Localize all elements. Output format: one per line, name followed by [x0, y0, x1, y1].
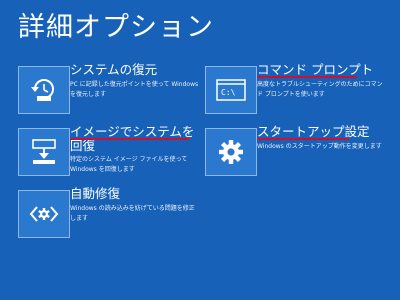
automatic-repair-icon	[29, 206, 59, 222]
advanced-options-screen: 詳細オプション システムの復元 PC に記録した復元ポイントを使って Windo…	[0, 0, 400, 300]
system-restore-icon	[31, 79, 54, 101]
command-prompt-tile: C:\	[205, 66, 257, 114]
option-title: コマンド プロンプト	[257, 62, 374, 77]
gear-icon	[219, 140, 243, 164]
option-system-image-recovery[interactable]: イメージでシステムを回復 特定のシステム イメージ ファイルを使って Windo…	[18, 125, 198, 176]
option-description: Windows の読み込みを妨げている問題を修正します	[70, 205, 195, 222]
option-startup-settings[interactable]: スタートアップ設定 Windows のスタートアップ動作を変更します	[205, 124, 385, 176]
startup-settings-tile	[205, 128, 257, 176]
option-automatic-repair[interactable]: 自動修復 Windows の読み込みを妨げている問題を修正します	[18, 186, 198, 238]
page-title: 詳細オプション	[18, 12, 214, 43]
system-restore-tile	[18, 66, 70, 114]
option-command-prompt[interactable]: C:\ コマンド プロンプト 高度なトラブルシューティングのためにコマンド プロ…	[205, 62, 385, 114]
system-image-recovery-icon	[32, 139, 56, 164]
option-description: Windows のスタートアップ動作を変更します	[257, 143, 382, 150]
annotation-underline	[257, 76, 357, 78]
option-title: システムの復元	[70, 62, 158, 77]
annotation-underline	[70, 138, 190, 140]
option-title: スタートアップ設定	[257, 124, 370, 139]
system-image-recovery-tile	[18, 128, 70, 176]
command-prompt-icon: C:\	[216, 79, 246, 101]
command-prompt-text: C:\	[221, 88, 236, 97]
option-description: 特定のシステム イメージ ファイルを使って Windows を回復します	[70, 156, 188, 173]
option-description: PC に記録した復元ポイントを使って Windows を復元します	[70, 81, 199, 98]
option-description: 高度なトラブルシューティングのためにコマンド プロンプトを使います	[257, 81, 383, 98]
option-title: 自動修復	[70, 186, 121, 201]
option-system-restore[interactable]: システムの復元 PC に記録した復元ポイントを使って Windows を復元しま…	[18, 62, 199, 114]
annotation-underline	[257, 138, 349, 140]
automatic-repair-tile	[18, 190, 70, 238]
